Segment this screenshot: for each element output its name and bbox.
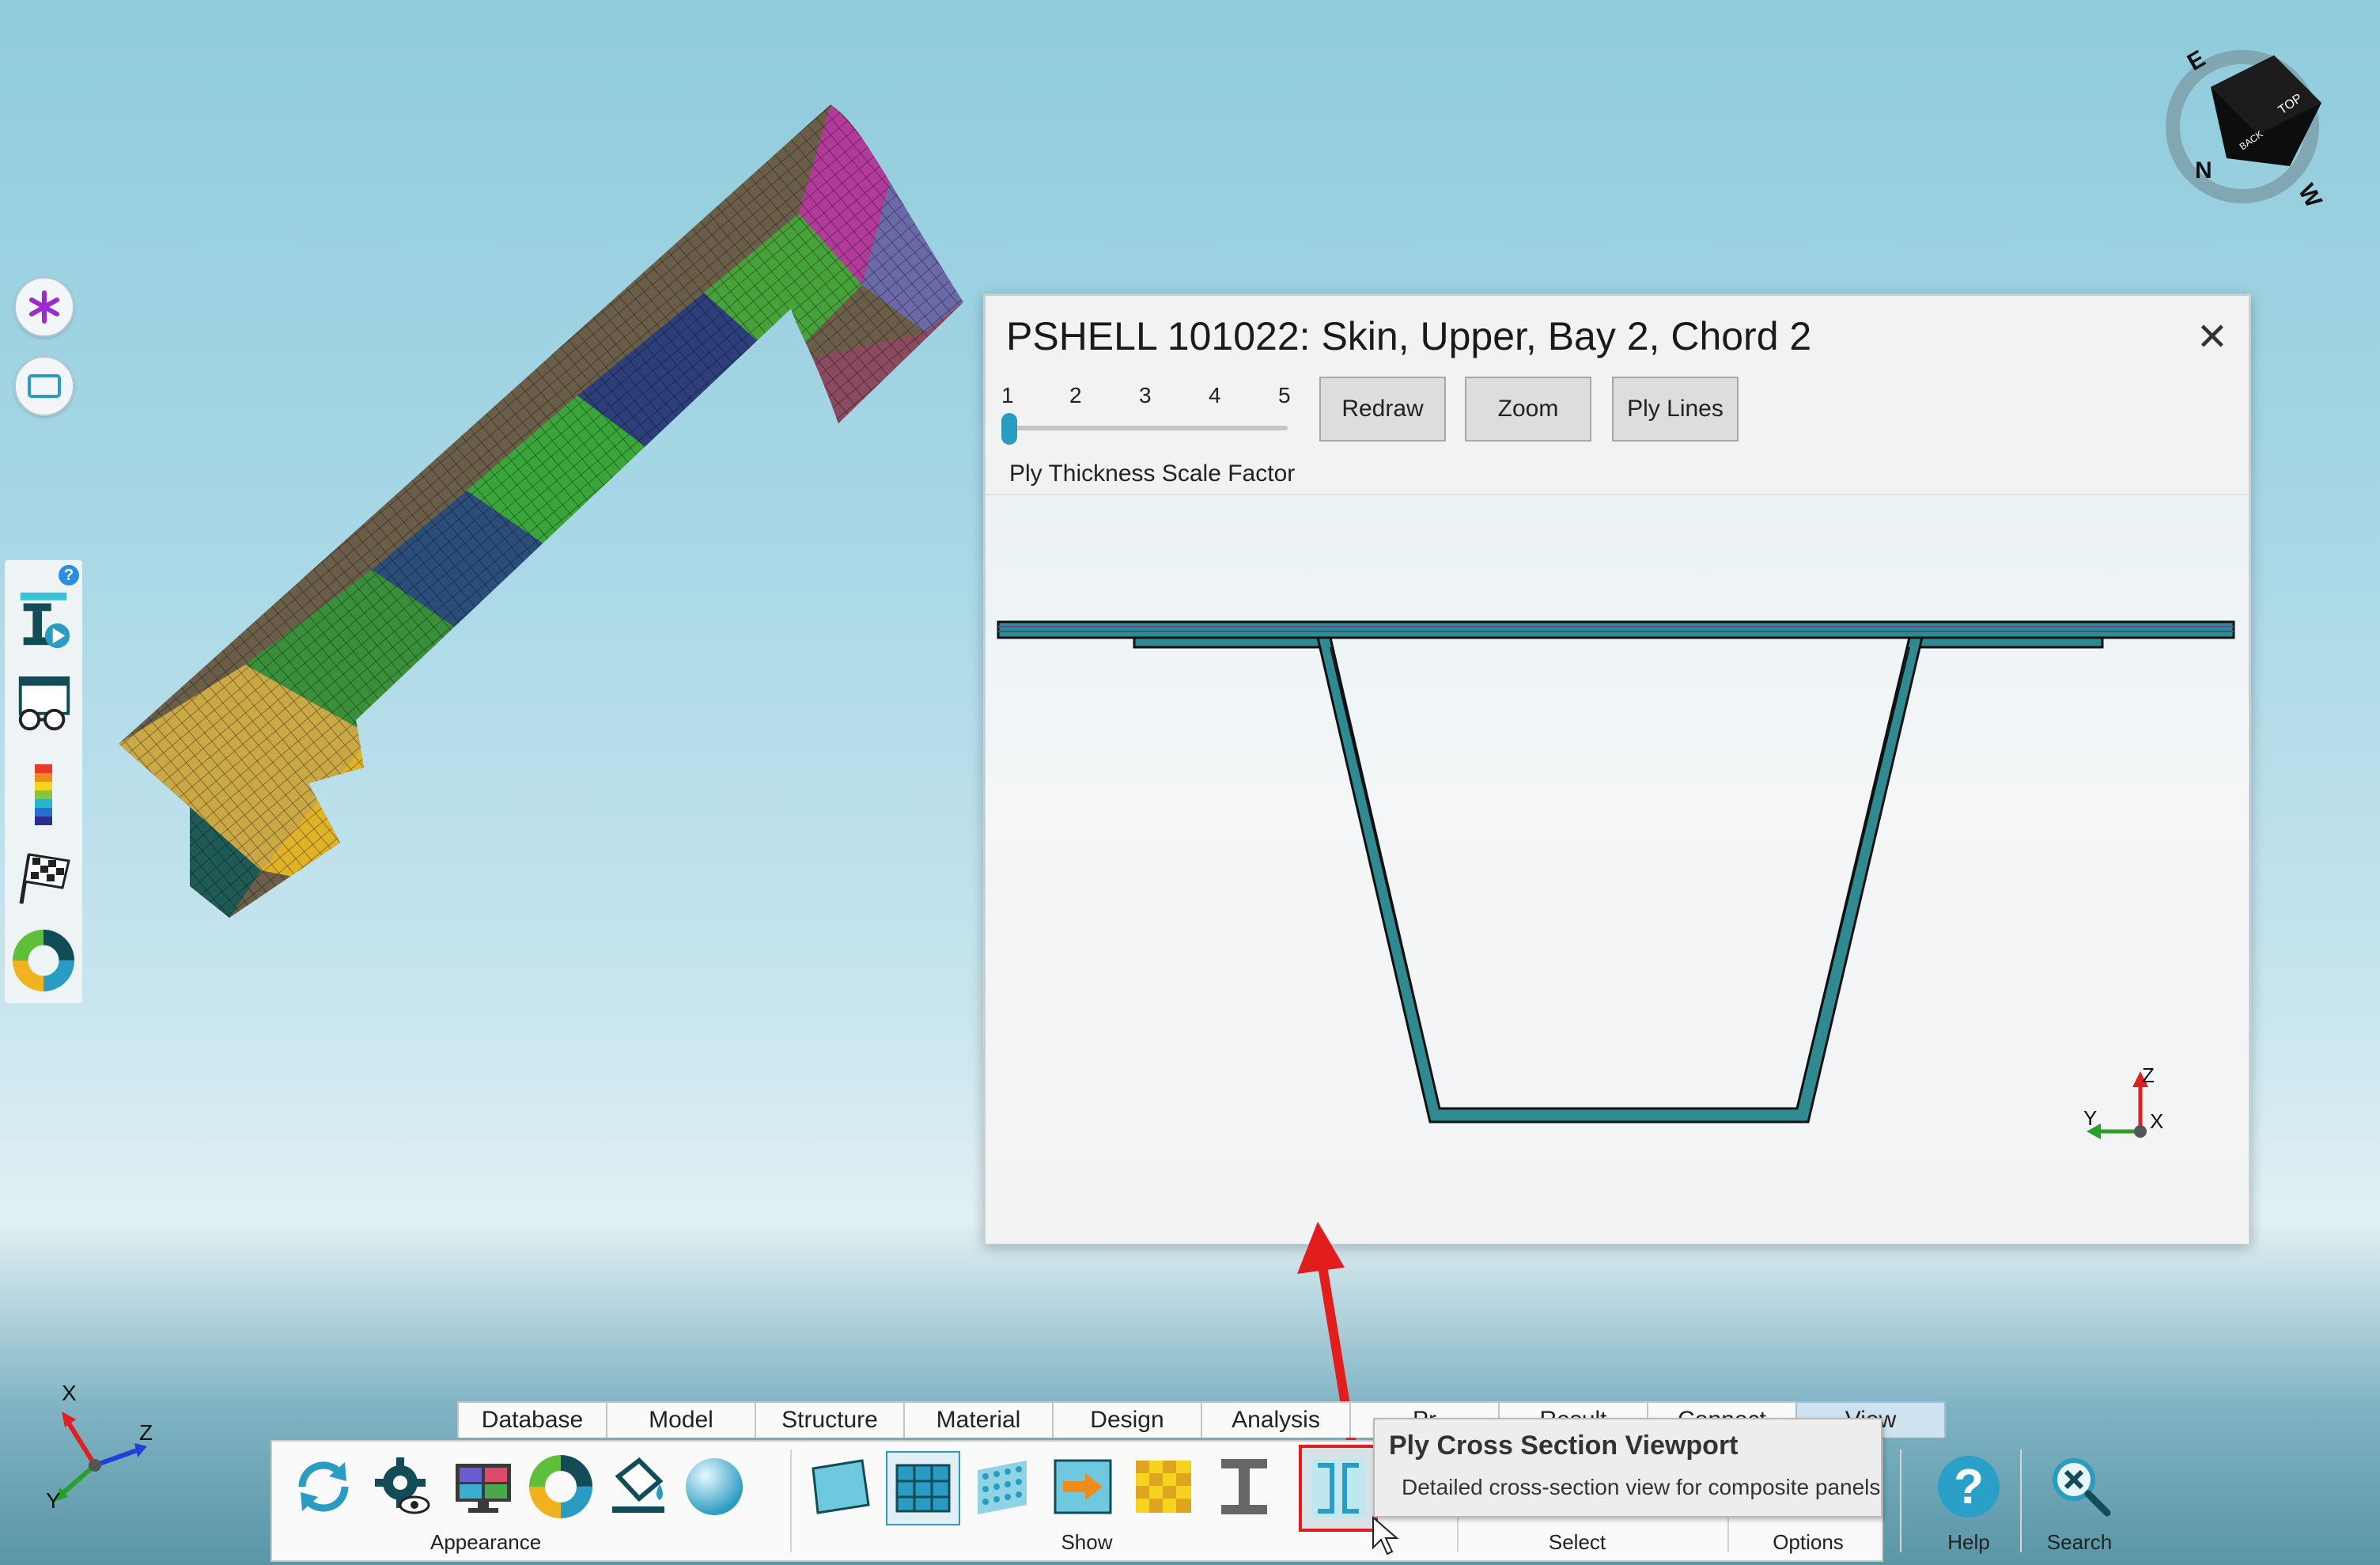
tab-analysis[interactable]: Analysis [1201,1401,1351,1438]
show-plies-button[interactable] [1128,1451,1199,1522]
show-nodes-button[interactable] [967,1451,1038,1522]
view-glasses-button[interactable] [13,674,74,737]
global-axis-x-label: X [62,1381,77,1405]
help-button[interactable]: ? [1933,1451,2004,1522]
local-axis-triad: Z Y X [2083,1065,2163,1139]
tick-label: 1 [1001,383,1014,407]
compass-n: N [2195,157,2212,184]
window-button[interactable] [14,356,74,416]
sphere-icon [686,1458,743,1515]
group-label-appearance: Appearance [430,1530,542,1554]
slider-ticks: 1 2 3 4 5 [1001,383,1291,415]
tick-label: 2 [1069,383,1082,407]
hat-stringer-cross-section [997,620,2235,1124]
viewports-button[interactable] [448,1451,519,1522]
cross-section-canvas[interactable]: Z Y X [986,494,2249,1244]
tooltip: Ply Cross Section Viewport Detailed cros… [1373,1418,1882,1518]
search-icon [2053,1458,2111,1517]
group-label-show: Show [1061,1530,1113,1554]
tab-design[interactable]: Design [1052,1401,1202,1438]
fill-color-button[interactable] [603,1451,674,1522]
surface-icon [812,1459,870,1514]
tooltip-title: Ply Cross Section Viewport [1389,1430,1739,1461]
cross-section-icon [1311,1459,1365,1518]
color-scale-icon [35,764,52,825]
help-icon: ? [1938,1456,2000,1518]
slider-label: Ply Thickness Scale Factor [1009,460,1296,487]
compass-w: W [2293,180,2327,206]
tab-model[interactable]: Model [606,1401,756,1438]
global-axis-z-label: Z [139,1420,153,1445]
scale-factor-slider-thumb[interactable] [1001,413,1017,445]
side-toolbar: ? [5,560,82,1003]
scale-factor-slider-track[interactable] [1001,426,1288,430]
group-label-search: Search [2046,1530,2113,1554]
ply-pattern-icon [1136,1461,1191,1513]
color-wheel-icon [13,930,74,991]
node-grid-icon [978,1461,1027,1514]
tick-label: 3 [1139,383,1152,407]
tab-structure[interactable]: Structure [755,1401,905,1438]
finish-flag-button[interactable] [13,847,74,910]
navigation-cube[interactable]: TOP BACK N E W [2163,40,2337,206]
load-arrow-icon [1054,1459,1112,1514]
display-settings-button[interactable] [367,1451,438,1522]
ply-cross-section-window: PSHELL 101022: Skin, Upper, Bay 2, Chord… [983,294,2251,1245]
color-wheel-icon [529,1455,592,1518]
color-wheel-ribbon-button[interactable] [525,1451,596,1522]
redraw-button[interactable]: Redraw [1319,377,1446,441]
search-button[interactable] [2044,1451,2115,1522]
glasses-icon [18,676,70,731]
gear-eye-icon [375,1457,430,1514]
mouse-cursor-icon [1372,1516,1399,1556]
rectangle-icon [28,374,61,398]
global-axis-y-label: Y [46,1488,61,1511]
global-axis-triad: X Z Y [46,1381,153,1511]
model-mesh[interactable] [103,95,989,997]
ribbon-separator [2020,1449,2022,1552]
window-title: PSHELL 101022: Skin, Upper, Bay 2, Chord… [1006,314,1812,358]
i-beam-icon [1221,1459,1267,1514]
group-label-help: Help [1947,1530,1990,1554]
tooltip-description: Detailed cross-section view for composit… [1402,1475,1881,1499]
local-axis-z-label: Z [2142,1065,2155,1087]
mesh-grid-icon [895,1464,951,1513]
show-beams-button[interactable] [1209,1451,1280,1522]
group-label-options: Options [1773,1530,1844,1554]
ribbon-separator [790,1449,792,1552]
show-elements-button[interactable] [886,1451,960,1525]
create-element-icon [20,592,70,649]
ply-cross-section-button[interactable] [1299,1445,1378,1532]
asterisk-button[interactable] [14,277,74,337]
local-axis-x-label: X [2150,1109,2163,1133]
ply-lines-button[interactable]: Ply Lines [1612,377,1739,441]
refresh-icon [298,1461,349,1512]
asterisk-icon [29,290,59,324]
refresh-button[interactable] [288,1451,359,1522]
create-element-button[interactable] [13,589,74,652]
paint-bucket-icon [612,1457,664,1513]
group-label-select: Select [1548,1530,1606,1554]
ribbon-separator [1900,1449,1901,1552]
tab-database[interactable]: Database [457,1401,607,1438]
tick-label: 4 [1209,383,1221,407]
color-wheel-button[interactable] [13,929,74,992]
color-scale-button[interactable] [13,764,74,828]
show-surfaces-button[interactable] [805,1451,876,1522]
tick-label: 5 [1278,383,1291,407]
checkered-flag-icon [19,853,70,904]
show-loads-button[interactable] [1047,1451,1118,1522]
close-button[interactable]: ✕ [2196,315,2228,359]
shading-button[interactable] [679,1451,750,1522]
help-badge[interactable]: ? [59,565,79,585]
zoom-button[interactable]: Zoom [1465,377,1591,441]
tab-material[interactable]: Material [903,1401,1054,1438]
monitor-icon [456,1464,511,1513]
local-axis-y-label: Y [2083,1106,2097,1130]
